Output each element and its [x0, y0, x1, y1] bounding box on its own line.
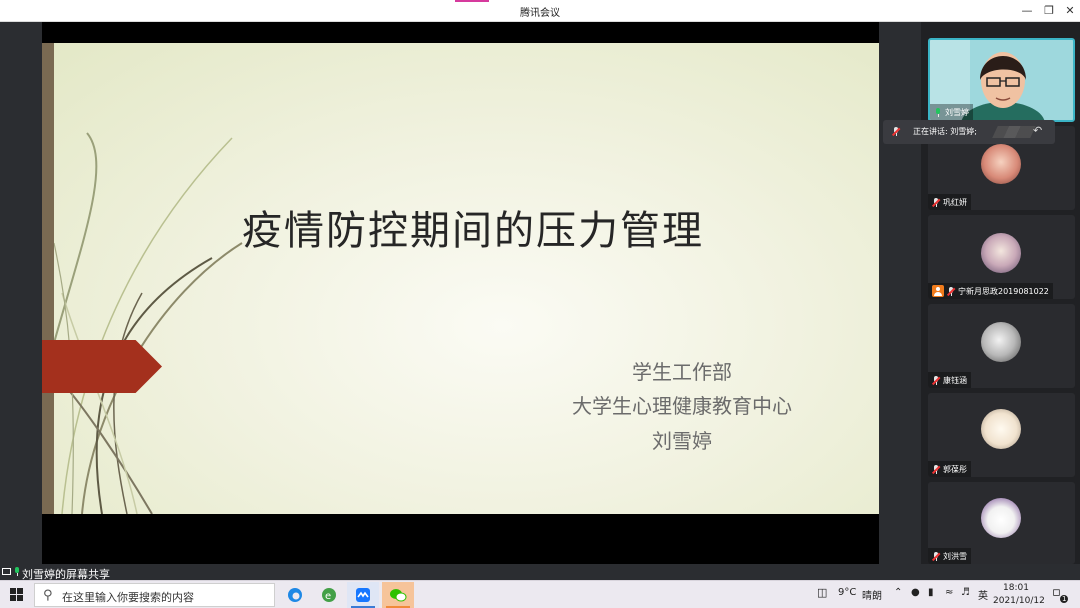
windows-logo-icon — [10, 588, 16, 594]
title-bar: 腾讯会议 — ❐ ✕ — [0, 0, 1080, 22]
participant-tile-5[interactable]: 郭葆彤 — [928, 393, 1075, 477]
participant-tile-3[interactable]: 宁新月思政2019081022 — [928, 215, 1075, 299]
screen-share-icon — [2, 568, 11, 575]
speaking-names-mask — [992, 126, 1036, 138]
battery-tray-icon[interactable]: ▮ — [928, 587, 934, 598]
start-button[interactable] — [10, 588, 24, 602]
tencent-meeting-icon — [356, 588, 370, 602]
participant-name: 郭葆彤 — [943, 464, 967, 474]
participant-tile-1[interactable]: 刘雪婷 — [928, 38, 1075, 122]
microphone-tray-icon[interactable]: ● — [911, 587, 920, 598]
avatar — [981, 322, 1021, 362]
wechat-app[interactable] — [382, 582, 414, 608]
participant-name: 康钰涵 — [943, 375, 967, 385]
participant-name-bar: 刘洪雪 — [928, 548, 971, 564]
participant-tile-4[interactable]: 康钰涵 — [928, 304, 1075, 388]
wechat-icon — [390, 589, 407, 602]
notification-count: 1 — [1060, 595, 1069, 603]
participant-name-bar: 康钰涵 — [928, 372, 971, 388]
green-browser-app[interactable]: e — [313, 582, 345, 608]
speaking-indicator: 正在讲话: 刘雪婷; ↶ — [883, 120, 1055, 144]
mic-muted-icon — [931, 551, 941, 561]
title-accent — [455, 0, 489, 2]
avatar — [981, 409, 1021, 449]
window-title: 腾讯会议 — [520, 8, 560, 19]
mic-muted-icon — [931, 197, 941, 207]
search-placeholder: 在这里输入你要搜索的内容 — [62, 591, 194, 604]
participant-name: 宁新月思政2019081022 — [958, 286, 1049, 296]
participant-name-bar: 郭葆彤 — [928, 461, 971, 477]
network-tray-icon[interactable]: ≈ — [945, 587, 953, 598]
share-caption-bar: 刘雪婷的屏幕共享 — [0, 564, 921, 581]
participant-name: 巩红妍 — [943, 197, 967, 207]
participant-tile-6[interactable]: 刘洪雪 — [928, 482, 1075, 564]
speaking-text: 正在讲话: 刘雪婷; — [913, 127, 977, 136]
volume-icon[interactable]: ♬ — [961, 587, 970, 598]
restore-icon[interactable]: ❐ — [1040, 2, 1058, 20]
mic-icon — [891, 127, 901, 136]
participant-name-bar: 巩红妍 — [928, 194, 971, 210]
participant-name: 刘雪婷 — [945, 107, 969, 117]
clock-time[interactable]: 18:01 — [1003, 583, 1029, 593]
slide-line-presenter: 刘雪婷 — [652, 429, 712, 453]
windows-taskbar: ⚲ 在这里输入你要搜索的内容 e ◫ 9°C 晴朗 ⌃ ● ▮ ≈ ♬ 英 18… — [0, 580, 1080, 608]
browser-e-icon: e — [322, 588, 336, 602]
ime-indicator[interactable]: 英 — [978, 587, 988, 602]
mic-muted-icon — [931, 464, 941, 474]
mic-muted-icon — [946, 286, 956, 296]
mic-muted-icon — [931, 375, 941, 385]
weather-desc[interactable]: 晴朗 — [862, 587, 882, 602]
slide-line-center: 大学生心理健康教育中心 — [572, 394, 792, 418]
slide-title: 疫情防控期间的压力管理 — [242, 208, 704, 254]
participant-name-bar: 宁新月思政2019081022 — [928, 283, 1053, 299]
participant-name: 刘洪雪 — [943, 551, 967, 561]
avatar — [981, 233, 1021, 273]
avatar — [981, 144, 1021, 184]
collapse-arrow-icon[interactable]: ↶ — [1033, 124, 1042, 137]
svg-text:e: e — [325, 591, 331, 602]
host-badge-icon — [932, 285, 944, 297]
mic-on-icon — [934, 107, 942, 117]
edge-icon — [288, 588, 302, 602]
weather-temp[interactable]: 9°C — [838, 587, 856, 598]
participant-panel: 刘雪婷 巩红妍 宁新月思政2019081022 康钰涵 郭葆彤 刘洪雪 — [921, 22, 1080, 564]
edge-browser-app[interactable] — [279, 582, 311, 608]
close-icon[interactable]: ✕ — [1061, 2, 1079, 20]
slide-side-bar — [42, 43, 54, 514]
search-icon: ⚲ — [43, 588, 53, 603]
minimize-icon[interactable]: — — [1018, 2, 1036, 20]
weather-icon: ◫ — [817, 586, 828, 599]
avatar — [981, 498, 1021, 538]
presentation-slide: 疫情防控期间的压力管理 学生工作部 大学生心理健康教育中心 刘雪婷 — [42, 43, 879, 514]
clock-date[interactable]: 2021/10/12 — [993, 596, 1045, 606]
tray-expand-icon[interactable]: ⌃ — [894, 587, 902, 598]
participant-name-bar: 刘雪婷 — [930, 104, 973, 120]
taskbar-search-box[interactable]: ⚲ 在这里输入你要搜索的内容 — [34, 583, 275, 607]
mic-on-icon — [13, 567, 21, 576]
slide-line-department: 学生工作部 — [632, 360, 732, 384]
tencent-meeting-app[interactable] — [347, 582, 379, 608]
